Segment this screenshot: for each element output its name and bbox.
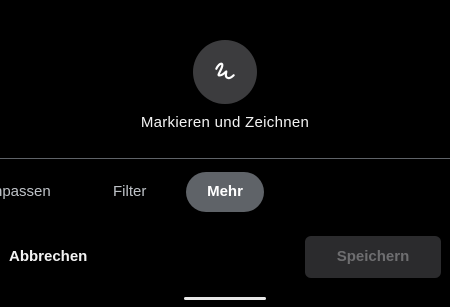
- markup-tool-button[interactable]: [193, 40, 257, 104]
- cancel-button[interactable]: Abbrechen: [9, 244, 87, 270]
- tab-filter[interactable]: Filter: [113, 172, 146, 212]
- tab-anpassen[interactable]: npassen: [0, 172, 51, 212]
- divider: [0, 158, 450, 159]
- tab-mehr[interactable]: Mehr: [186, 172, 264, 212]
- tool-label: Markieren und Zeichnen: [140, 114, 310, 131]
- squiggle-draw-icon: [215, 62, 235, 80]
- home-indicator: [184, 297, 266, 300]
- save-button[interactable]: Speichern: [305, 236, 441, 278]
